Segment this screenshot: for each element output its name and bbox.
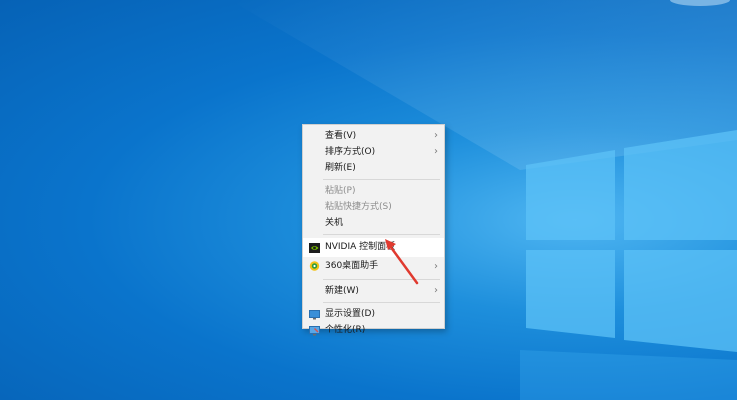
menu-item-sort-by[interactable]: 排序方式(O) › xyxy=(303,144,444,160)
menu-item-label: 显示设置(D) xyxy=(325,309,375,319)
display-icon xyxy=(309,310,320,320)
menu-item-label: 刷新(E) xyxy=(325,163,356,173)
menu-item-label: 查看(V) xyxy=(325,131,357,141)
menu-separator xyxy=(323,302,440,303)
menu-item-paste[interactable]: 粘贴(P) xyxy=(303,183,444,199)
menu-item-label: 关机 xyxy=(325,218,344,228)
chevron-right-icon: › xyxy=(434,130,438,141)
personalize-icon xyxy=(309,326,320,336)
menu-item-new[interactable]: 新建(W) › xyxy=(303,283,444,299)
menu-item-label: 排序方式(O) xyxy=(325,147,376,157)
menu-item-label: 360桌面助手 xyxy=(325,261,379,271)
menu-item-shutdown[interactable]: 关机 xyxy=(303,215,444,231)
menu-item-label: NVIDIA 控制面板 xyxy=(325,242,396,252)
menu-item-nvidia-control-panel[interactable]: NVIDIA 控制面板 xyxy=(303,238,444,257)
menu-item-refresh[interactable]: 刷新(E) xyxy=(303,160,444,176)
chevron-right-icon: › xyxy=(434,261,438,272)
menu-item-personalize[interactable]: 个性化(R) xyxy=(303,322,444,338)
menu-item-view[interactable]: 查看(V) › xyxy=(303,128,444,144)
menu-separator xyxy=(323,234,440,235)
desktop-context-menu: 查看(V) › 排序方式(O) › 刷新(E) 粘贴(P) 粘贴快捷方式(S) … xyxy=(302,124,445,336)
menu-item-display-settings[interactable]: 显示设置(D) xyxy=(303,306,444,322)
menu-separator xyxy=(323,179,440,180)
menu-item-label: 个性化(R) xyxy=(325,325,366,335)
menu-item-label: 粘贴快捷方式(S) xyxy=(325,202,392,212)
menu-item-paste-shortcut[interactable]: 粘贴快捷方式(S) xyxy=(303,199,444,215)
menu-item-360-desktop-assistant[interactable]: 360桌面助手 › xyxy=(303,257,444,276)
nvidia-icon xyxy=(309,243,320,253)
menu-item-label: 粘贴(P) xyxy=(325,186,356,196)
chevron-right-icon: › xyxy=(434,285,438,296)
360-icon xyxy=(309,261,320,271)
chevron-right-icon: › xyxy=(434,146,438,157)
menu-separator xyxy=(323,279,440,280)
menu-item-label: 新建(W) xyxy=(325,286,359,296)
